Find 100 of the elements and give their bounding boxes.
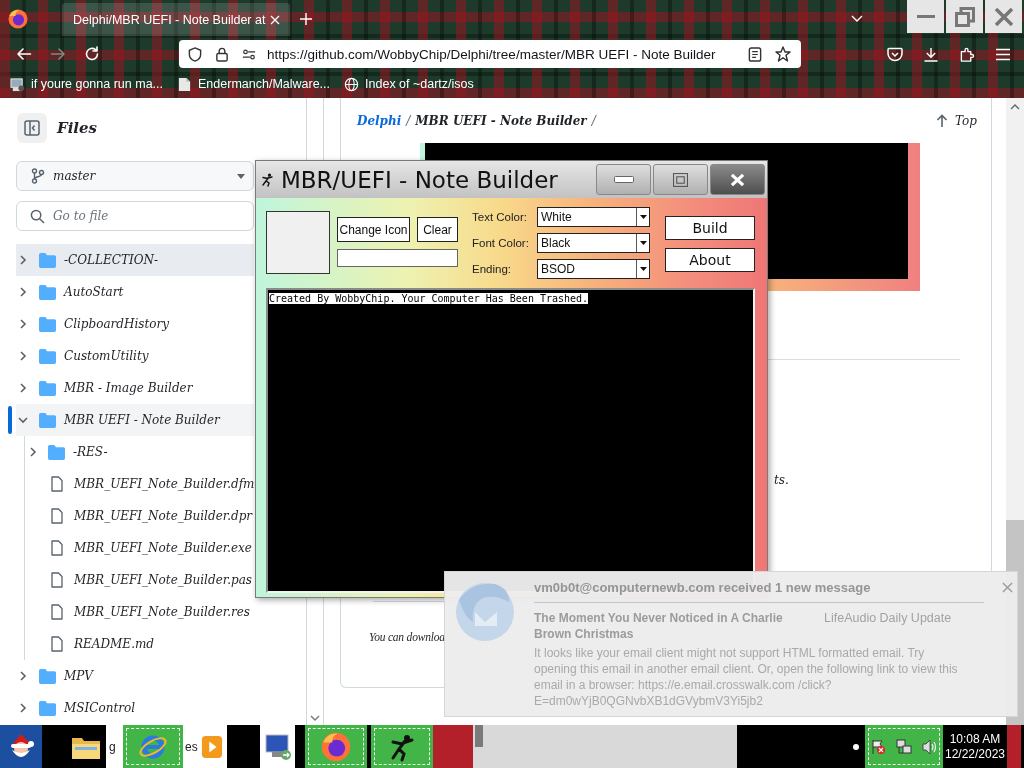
play-icon (200, 734, 223, 759)
taskbar-button[interactable] (305, 725, 367, 768)
menu-icon[interactable] (995, 46, 1011, 62)
chevron-right-icon[interactable] (17, 350, 29, 362)
window-title: MBR/UEFI - Note Builder (281, 166, 558, 193)
folder-icon (48, 444, 65, 460)
new-tab-icon[interactable] (300, 13, 312, 25)
dot-icon (853, 743, 859, 750)
branch-icon (31, 168, 45, 184)
tree-item[interactable]: MBR UEFI - Note Builder (8, 404, 254, 436)
network-icon[interactable] (896, 738, 912, 755)
panel-icon (24, 120, 40, 136)
taskbar-button[interactable] (371, 725, 433, 768)
folder-icon (39, 412, 56, 428)
close-icon (730, 172, 745, 187)
file-icon (51, 572, 63, 588)
computer-icon (10, 76, 25, 92)
globe-icon (344, 76, 360, 92)
browser-logo-icon[interactable] (8, 9, 28, 29)
email-subject: The Moment You Never Noticed in A Charlie Brown Christmas (534, 610, 784, 642)
slider-handle[interactable] (475, 725, 483, 747)
chevron-right-icon[interactable] (17, 254, 29, 266)
reload-icon[interactable] (84, 46, 100, 62)
email-preview: It looks like your email client might not support HTML formatted email. Try opening this email in another email client. Or, open the following link to view this email in a browser: https://e.email.crosswalk.com /click?E=dm0wYjB0QGNvbXB1dGVybmV3Yi5jb2 (534, 645, 959, 709)
chevron-right-icon[interactable] (17, 670, 29, 682)
search-field[interactable]: Go to file (16, 201, 254, 231)
chevron-right-icon[interactable] (17, 318, 29, 330)
taskbar-button[interactable]: g (106, 725, 123, 768)
taskbar-panel (1007, 725, 1021, 768)
files-heading: Files (57, 119, 98, 137)
monitor-icon (262, 731, 293, 762)
branch-selector[interactable]: master (16, 161, 254, 191)
maximize-button[interactable] (653, 164, 708, 195)
dropdown[interactable]: Black (537, 233, 650, 253)
extensions-icon[interactable] (959, 46, 975, 62)
shield-icon[interactable] (188, 46, 202, 62)
breadcrumb-link[interactable]: Delphi (357, 113, 402, 128)
setting-label: Font Color: (472, 237, 530, 249)
folder-icon (39, 668, 56, 684)
clock-time[interactable]: 10:08 AM (949, 731, 1001, 747)
flag-icon[interactable] (870, 738, 886, 755)
action-button[interactable]: About (665, 248, 755, 272)
file-icon (51, 476, 63, 492)
taskbar-button[interactable] (260, 725, 295, 768)
chevron-up-icon[interactable] (1010, 104, 1020, 110)
dialog-button[interactable]: Clear (417, 217, 458, 242)
close-button[interactable] (985, 0, 1022, 33)
dialog-button[interactable]: Change Icon (337, 217, 410, 242)
breadcrumb-current: MBR UEFI - Note Builder (415, 113, 587, 128)
browser-tab[interactable]: Delphi/MBR UEFI - Note Builder at (62, 3, 290, 36)
top-link[interactable]: Top (936, 113, 977, 128)
chevron-right-icon[interactable] (27, 446, 39, 458)
caret-down-icon (237, 173, 245, 179)
action-button[interactable]: Build (665, 216, 755, 240)
minimize-button[interactable] (907, 0, 944, 33)
file-icon (51, 636, 63, 652)
restore-button[interactable] (946, 0, 983, 33)
dropdown[interactable]: BSOD (537, 259, 650, 279)
minimize-button[interactable] (596, 164, 651, 195)
file-icon (51, 508, 63, 524)
folder-icon (39, 252, 56, 268)
breadcrumb-separator: / (406, 113, 411, 128)
lock-icon[interactable] (215, 46, 229, 62)
restore-icon (954, 6, 975, 27)
note-text: Created By WobbyChip. Your Computer Has Been Trashed. (269, 293, 589, 304)
folder-icon (39, 284, 56, 300)
paragraph-text: ts. (774, 473, 789, 487)
arrow-up-icon (936, 113, 948, 128)
chevron-right-icon[interactable] (17, 286, 29, 298)
permissions-icon[interactable] (242, 46, 256, 62)
file-icon (51, 604, 63, 620)
bookmark-link[interactable]: Endermanch/Malware... (177, 76, 331, 92)
sidebar-toggle-button[interactable] (17, 113, 47, 143)
caret-down-icon (639, 215, 647, 219)
icon-path-field[interactable] (337, 249, 458, 267)
dropdown[interactable]: White (537, 207, 650, 227)
folder-icon (39, 316, 56, 332)
star-icon[interactable] (775, 46, 791, 62)
reader-view-icon[interactable] (748, 46, 762, 62)
address-bar[interactable]: https://github.com/WobbyChip/Delphi/tree/master/MBR UEFI - Note Builder (179, 40, 801, 68)
start-button[interactable] (0, 725, 42, 768)
chevron-right-icon[interactable] (17, 702, 29, 714)
taskbar-button[interactable]: es (183, 725, 227, 768)
close-button[interactable] (710, 164, 765, 195)
breadcrumb-separator: / (591, 113, 596, 128)
speaker-icon[interactable] (922, 738, 938, 755)
browser-logo-icon (321, 731, 351, 762)
download-icon[interactable] (923, 46, 939, 62)
bookmark-link[interactable]: Index of ~dartz/isos (344, 76, 474, 92)
pocket-icon[interactable] (887, 46, 903, 62)
bookmark-link[interactable]: if youre gonna run ma... (10, 76, 164, 92)
folder-icon (39, 380, 56, 396)
figure-icon (261, 172, 273, 187)
icon-preview (266, 211, 330, 274)
clock-date[interactable]: 12/22/2023 (944, 746, 1006, 762)
minimize-icon (613, 176, 634, 183)
caret-down-icon (639, 267, 647, 271)
page-icon (177, 76, 193, 92)
chevron-right-icon[interactable] (17, 382, 29, 394)
back-arrow-icon[interactable] (16, 46, 32, 62)
